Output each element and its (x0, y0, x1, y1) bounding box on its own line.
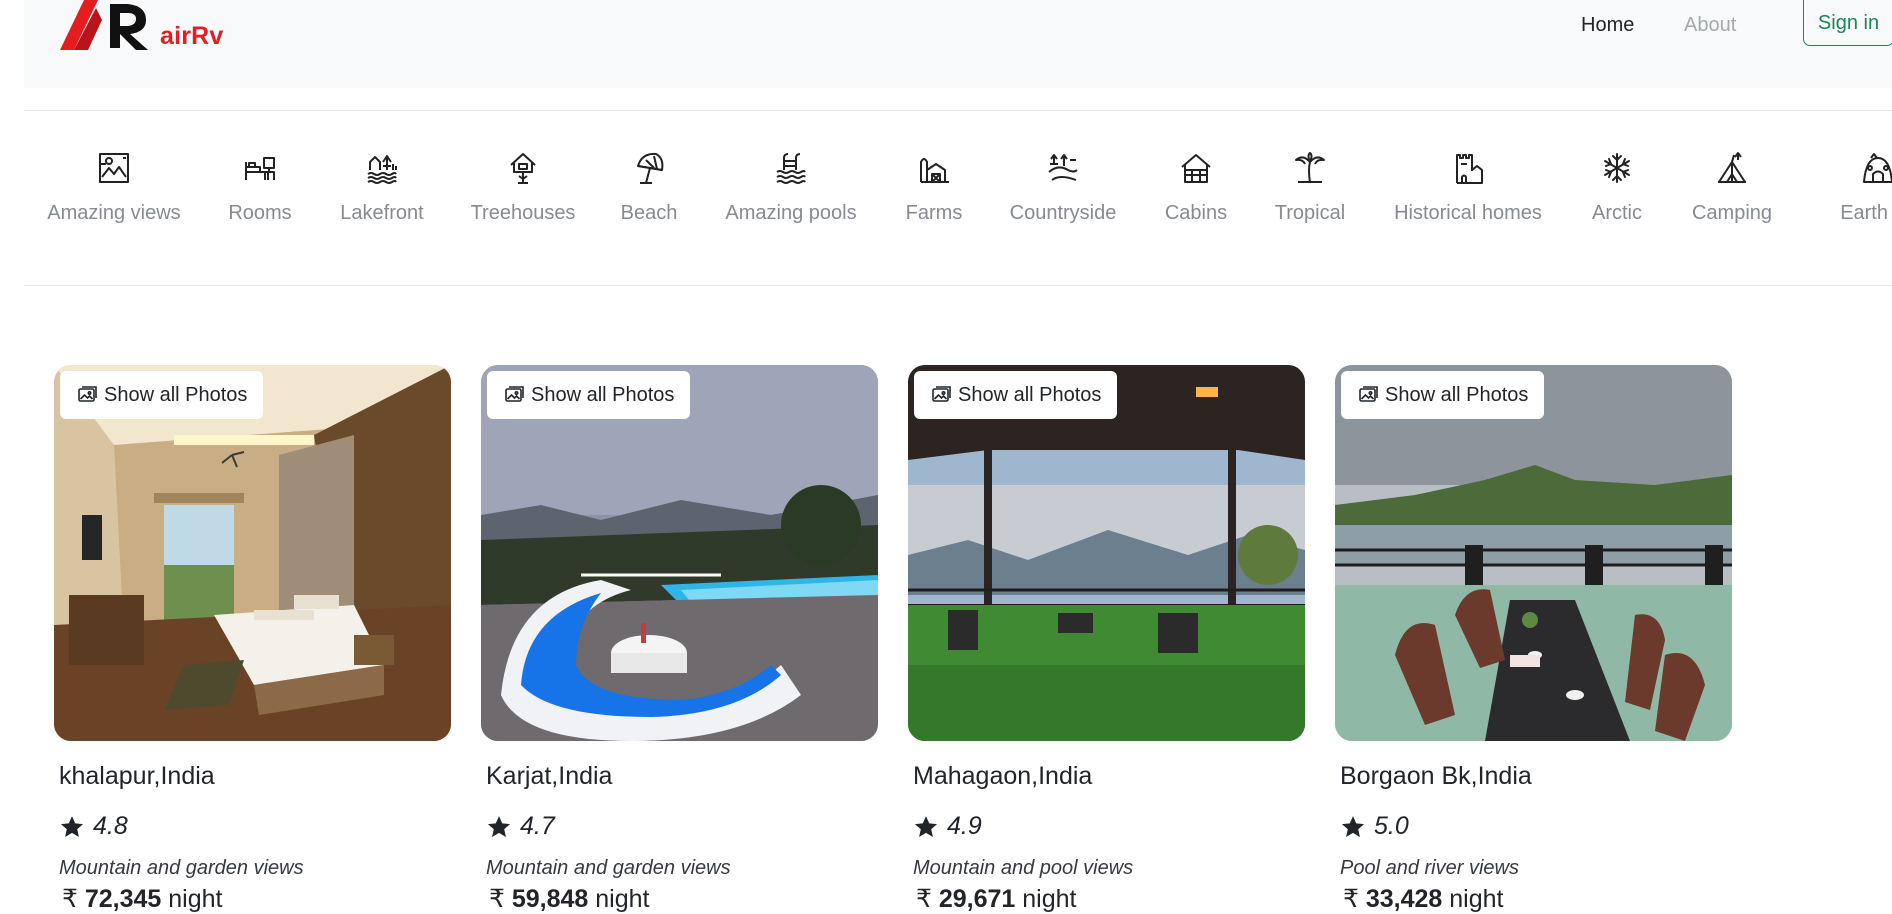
rating-value: 4.9 (947, 812, 982, 840)
listing-price: ₹ 72,345 night (62, 884, 223, 914)
treehouse-icon (510, 153, 536, 184)
listing-photo[interactable]: Show all Photos (908, 365, 1305, 741)
image-icon (1359, 386, 1378, 402)
listing-title[interactable]: Karjat,India (486, 762, 612, 791)
price-value: 72,345 (84, 885, 162, 913)
listing-rating: 5.0 (1340, 812, 1409, 841)
show-all-photos-label: Show all Photos (531, 383, 675, 406)
listing-card[interactable]: Show all Photos Karjat,India 4.7 Mountai… (481, 365, 878, 913)
price-unit: night (1022, 885, 1077, 913)
listing-description: Mountain and garden views (486, 857, 731, 879)
brand-name[interactable]: airRv (160, 22, 224, 51)
star-icon (914, 815, 938, 837)
show-all-photos-button[interactable]: Show all Photos (1341, 371, 1545, 419)
image-icon (932, 386, 951, 402)
show-all-photos-label: Show all Photos (1385, 383, 1529, 406)
listing-card[interactable]: Show all Photos khalapur,India 4.8 Mount… (54, 365, 451, 913)
star-icon (487, 815, 511, 837)
price-value: 29,671 (938, 885, 1016, 913)
amazing-views-icon (99, 153, 129, 183)
listing-rating: 4.7 (486, 812, 555, 841)
nav-home-link[interactable]: Home (1581, 14, 1634, 37)
farm-icon (920, 158, 949, 183)
listing-description: Pool and river views (1340, 857, 1519, 879)
price-unit: night (595, 885, 650, 913)
show-all-photos-button[interactable]: Show all Photos (487, 371, 691, 419)
star-icon (1341, 815, 1365, 837)
navbar: airRv Home About Sign in (24, 0, 1892, 88)
listing-rating: 4.8 (59, 812, 128, 841)
divider-bottom (24, 285, 1892, 286)
currency-symbol: ₹ (1343, 885, 1359, 913)
currency-symbol: ₹ (916, 885, 932, 913)
currency-symbol: ₹ (62, 885, 78, 913)
sign-in-button[interactable]: Sign in (1803, 0, 1892, 46)
divider-top (24, 110, 1892, 111)
currency-symbol: ₹ (489, 885, 505, 913)
listing-photo[interactable]: Show all Photos (481, 365, 878, 741)
listing-price: ₹ 33,428 night (1343, 884, 1504, 914)
pool-icon (776, 153, 806, 184)
show-all-photos-label: Show all Photos (104, 383, 248, 406)
listing-title[interactable]: Mahagaon,India (913, 762, 1092, 791)
show-all-photos-label: Show all Photos (958, 383, 1102, 406)
earth-home-icon (1863, 153, 1892, 183)
cabin-icon (1181, 154, 1211, 183)
terrace-photo (908, 365, 1305, 741)
airrv-logo[interactable] (58, 0, 150, 52)
listing-description: Mountain and pool views (913, 857, 1134, 879)
tent-icon (1718, 152, 1746, 183)
star-icon (60, 815, 84, 837)
rooms-icon (245, 157, 275, 180)
image-icon (505, 386, 524, 402)
pool-lounge-photo (481, 365, 878, 741)
castle-icon (1456, 154, 1483, 184)
nav-about-link[interactable]: About (1684, 14, 1736, 37)
lakefront-icon (367, 155, 397, 184)
listing-card[interactable]: Show all Photos Mahagaon,India 4.9 Mount… (908, 365, 1305, 913)
listing-photo[interactable]: Show all Photos (1335, 365, 1732, 741)
bedroom-photo (54, 365, 451, 741)
price-value: 33,428 (1365, 885, 1443, 913)
listing-price: ₹ 29,671 night (916, 884, 1077, 914)
show-all-photos-button[interactable]: Show all Photos (60, 371, 264, 419)
rating-value: 4.8 (93, 812, 128, 840)
snowflake-icon (1604, 153, 1630, 183)
listing-price: ₹ 59,848 night (489, 884, 650, 914)
listing-photo[interactable]: Show all Photos (54, 365, 451, 741)
countryside-icon (1048, 154, 1078, 181)
lake-deck-photo (1335, 365, 1732, 741)
price-value: 59,848 (511, 885, 589, 913)
price-unit: night (1449, 885, 1504, 913)
listing-title[interactable]: khalapur,India (59, 762, 215, 791)
listing-title[interactable]: Borgaon Bk,India (1340, 762, 1532, 791)
listing-card[interactable]: Show all Photos Borgaon Bk,India 5.0 Poo… (1335, 365, 1732, 913)
price-unit: night (168, 885, 223, 913)
rating-value: 5.0 (1374, 812, 1409, 840)
category-label: Earth ho (1840, 202, 1892, 224)
show-all-photos-button[interactable]: Show all Photos (914, 371, 1118, 419)
rating-value: 4.7 (520, 812, 555, 840)
category-earth-homes[interactable]: Earth ho (1783, 150, 1892, 225)
image-icon (78, 386, 97, 402)
listing-rating: 4.9 (913, 812, 982, 841)
beach-umbrella-icon (637, 152, 664, 184)
palm-tree-icon (1295, 152, 1325, 183)
listing-description: Mountain and garden views (59, 857, 304, 879)
